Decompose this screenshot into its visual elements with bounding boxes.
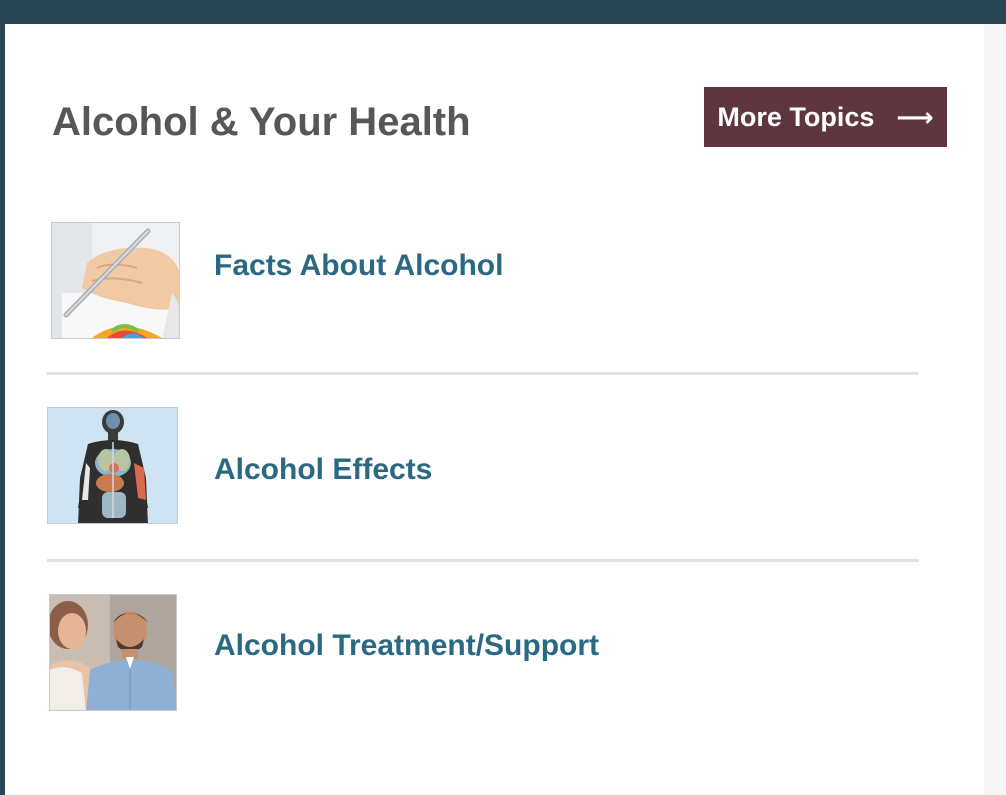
topic-divider [47,559,919,562]
more-topics-label: More Topics [717,101,875,132]
topic-item-alcohol-treatment-support[interactable]: Alcohol Treatment/Support [46,594,919,712]
topic-divider [47,372,919,375]
topic-link-alcohol-treatment-support[interactable]: Alcohol Treatment/Support [214,626,599,666]
topic-item-facts-about-alcohol[interactable]: Facts About Alcohol [46,222,919,340]
right-scroll-gutter [984,24,1006,795]
top-bar [0,0,1006,24]
topic-link-facts-about-alcohol[interactable]: Facts About Alcohol [214,246,503,286]
people-talking-image[interactable] [49,594,177,711]
more-topics-button[interactable]: More Topics ⟶ [704,87,947,147]
hand-writing-chart-image[interactable] [51,222,180,339]
arrow-right-icon: ⟶ [896,102,934,132]
topic-item-alcohol-effects[interactable]: Alcohol Effects [46,407,919,525]
section-title: Alcohol & Your Health [52,100,471,144]
human-body-organs-image[interactable] [47,407,178,524]
topic-link-alcohol-effects[interactable]: Alcohol Effects [214,450,432,490]
